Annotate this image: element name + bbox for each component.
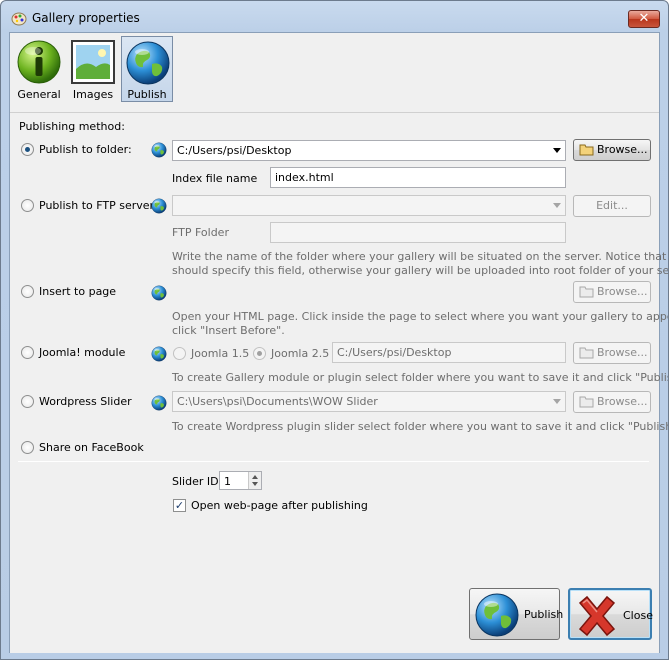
publish-button[interactable]: Publish — [469, 588, 564, 640]
folder-icon — [579, 347, 594, 359]
open-after-publish-checkbox[interactable]: ✓ — [173, 499, 186, 512]
insert-to-page-label: Insert to page — [39, 285, 117, 298]
wordpress-path-value: C:\Users\psi\Documents\WOW Slider — [177, 395, 378, 408]
close-icon — [578, 595, 616, 637]
insert-page-browse-label: Browse... — [597, 285, 648, 298]
slider-id-label: Slider ID — [172, 475, 219, 488]
dialog-client-area: General Images Publish Publishing method… — [9, 32, 668, 653]
joomla-module-radio[interactable] — [21, 346, 34, 359]
publishing-method-label: Publishing method: — [19, 120, 125, 133]
ftp-server-combo[interactable] — [172, 195, 566, 216]
palette-icon — [11, 12, 27, 26]
title-bar: Gallery properties ✕ — [1, 1, 668, 35]
slider-id-stepper[interactable]: 1 — [219, 471, 262, 490]
gallery-properties-window: Gallery properties ✕ General Images Publ… — [0, 0, 669, 660]
index-file-name-input[interactable]: index.html — [270, 167, 566, 188]
publish-to-ftp-label: Publish to FTP server — [39, 199, 155, 212]
folder-icon — [579, 286, 594, 298]
window-title: Gallery properties — [32, 11, 140, 25]
folder-path-combo[interactable]: C:/Users/psi/Desktop — [172, 140, 566, 161]
wordpress-slider-label: Wordpress Slider — [39, 395, 132, 408]
joomla-25-label: Joomla 2.5 — [271, 347, 330, 360]
globe-icon — [151, 198, 167, 214]
wordpress-slider-radio[interactable] — [21, 395, 34, 408]
open-after-publish-label: Open web-page after publishing — [191, 499, 368, 512]
joomla-module-label: Joomla! module — [39, 346, 126, 359]
ftp-hint-line-1: Write the name of the folder where your … — [172, 250, 669, 263]
joomla-15-label: Joomla 1.5 — [191, 347, 250, 360]
ftp-folder-label: FTP Folder — [172, 226, 229, 239]
globe-icon — [151, 395, 167, 411]
wordpress-hint: To create Wordpress plugin slider select… — [172, 420, 669, 433]
insert-to-page-radio[interactable] — [21, 285, 34, 298]
joomla-25-radio[interactable] — [253, 347, 266, 360]
close-button-label: Close — [623, 609, 653, 622]
folder-browse-button[interactable]: Browse... — [573, 139, 651, 161]
folder-icon — [579, 144, 594, 156]
chevron-down-icon[interactable] — [553, 399, 561, 404]
insert-page-hint-line-1: Open your HTML page. Click inside the pa… — [172, 310, 669, 323]
window-close-button[interactable]: ✕ — [628, 10, 660, 28]
tab-publish[interactable]: Publish — [121, 36, 173, 102]
wordpress-path-combo[interactable]: C:\Users\psi\Documents\WOW Slider — [172, 391, 566, 412]
publish-form: Publishing method: Publish to folder: C:… — [10, 113, 668, 653]
ftp-folder-input[interactable] — [270, 222, 566, 243]
chevron-down-icon[interactable] — [252, 482, 258, 486]
chevron-up-icon[interactable] — [252, 475, 258, 479]
tab-general-label: General — [17, 88, 61, 101]
tab-general[interactable]: General — [13, 36, 65, 102]
share-facebook-radio[interactable] — [21, 441, 34, 454]
ftp-edit-label: Edit... — [596, 199, 628, 212]
picture-icon — [71, 40, 115, 84]
index-file-name-label: Index file name — [172, 172, 258, 185]
tab-publish-label: Publish — [127, 88, 167, 101]
joomla-15-radio[interactable] — [173, 347, 186, 360]
globe-icon — [474, 592, 520, 638]
publish-to-folder-radio[interactable] — [21, 143, 34, 156]
globe-icon — [125, 40, 171, 86]
slider-id-value: 1 — [224, 475, 231, 488]
tab-toolbar: General Images Publish — [10, 33, 659, 113]
info-icon — [17, 40, 61, 84]
publish-button-label: Publish — [524, 608, 564, 621]
ftp-hint-line-2: should specify this field, otherwise you… — [172, 264, 669, 277]
folder-browse-label: Browse... — [597, 143, 648, 156]
publish-to-folder-label: Publish to folder: — [39, 143, 132, 156]
folder-path-value: C:/Users/psi/Desktop — [177, 144, 292, 157]
globe-icon — [151, 285, 167, 301]
joomla-path-value: C:/Users/psi/Desktop — [337, 346, 452, 359]
share-facebook-label: Share on FaceBook — [39, 441, 144, 454]
stepper-arrows[interactable] — [248, 472, 261, 489]
joomla-hint: To create Gallery module or plugin selec… — [172, 371, 668, 384]
globe-icon — [151, 346, 167, 362]
joomla-browse-label: Browse... — [597, 346, 648, 359]
joomla-browse-button[interactable]: Browse... — [573, 342, 651, 364]
close-button[interactable]: Close — [568, 588, 653, 640]
ftp-edit-button[interactable]: Edit... — [573, 195, 651, 217]
globe-icon — [151, 142, 167, 158]
index-file-name-value: index.html — [275, 171, 334, 184]
tab-images[interactable]: Images — [67, 36, 119, 102]
insert-page-hint-line-2: click "Insert Before". — [172, 324, 285, 337]
chevron-down-icon[interactable] — [553, 148, 561, 153]
divider — [18, 461, 649, 462]
joomla-path-input[interactable]: C:/Users/psi/Desktop — [332, 342, 566, 363]
chevron-down-icon[interactable] — [553, 203, 561, 208]
publish-to-ftp-radio[interactable] — [21, 199, 34, 212]
tab-images-label: Images — [72, 88, 114, 101]
insert-page-browse-button[interactable]: Browse... — [573, 281, 651, 303]
folder-icon — [579, 396, 594, 408]
wordpress-browse-button[interactable]: Browse... — [573, 391, 651, 413]
wordpress-browse-label: Browse... — [597, 395, 648, 408]
